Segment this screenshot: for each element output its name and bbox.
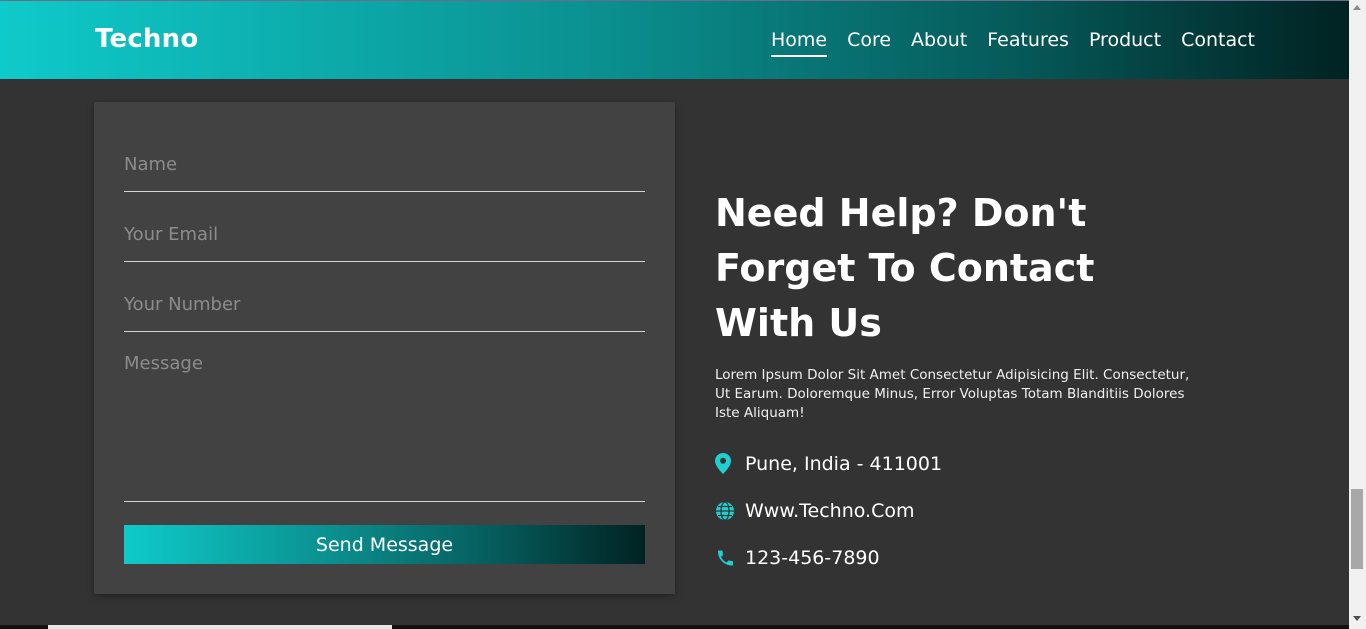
- nav-link-contact[interactable]: Contact: [1181, 29, 1255, 57]
- email-input[interactable]: [124, 224, 645, 245]
- scroll-up-arrow-icon[interactable]: [1353, 5, 1361, 10]
- contact-item-website: Www.Techno.Com: [715, 487, 1195, 534]
- nav-link-core[interactable]: Core: [847, 29, 891, 57]
- website-text[interactable]: Www.Techno.Com: [745, 500, 915, 522]
- contact-item-phone: 123-456-7890: [715, 534, 1195, 581]
- contact-list: Pune, India - 411001 Www.Techno.Com 123-…: [715, 440, 1195, 581]
- map-pin-icon: [715, 453, 745, 474]
- message-textarea[interactable]: [124, 353, 645, 493]
- vertical-scrollbar[interactable]: [1349, 0, 1366, 629]
- bottom-edge-strip: [0, 625, 1349, 629]
- email-field-wrapper: [124, 224, 645, 262]
- nav-link-product[interactable]: Product: [1089, 29, 1161, 57]
- phone-text[interactable]: 123-456-7890: [745, 547, 880, 569]
- number-field-wrapper: [124, 294, 645, 332]
- name-field-wrapper: [124, 154, 645, 192]
- contact-item-address: Pune, India - 411001: [715, 440, 1195, 487]
- nav-link-home[interactable]: Home: [770, 29, 828, 57]
- globe-icon: [715, 500, 745, 521]
- name-input[interactable]: [124, 154, 645, 175]
- scrollbar-thumb[interactable]: [1351, 489, 1363, 569]
- nav-link-features[interactable]: Features: [987, 29, 1069, 57]
- nav-link-about[interactable]: About: [911, 29, 967, 57]
- bottom-edge-highlight: [48, 625, 392, 629]
- number-input[interactable]: [124, 294, 645, 315]
- send-message-button[interactable]: Send Message: [124, 525, 645, 564]
- brand-logo[interactable]: Techno: [95, 24, 198, 54]
- nav-links: Home Core About Features Product Contact: [770, 29, 1255, 57]
- top-navbar: Techno Home Core About Features Product …: [0, 0, 1349, 79]
- contact-description: Lorem Ipsum Dolor Sit Amet Consectetur A…: [715, 367, 1190, 421]
- address-text: Pune, India - 411001: [745, 452, 943, 475]
- scroll-down-arrow-icon[interactable]: [1353, 616, 1361, 621]
- contact-heading: Need Help? Don't Forget To Contact With …: [715, 191, 1095, 345]
- contact-form-card: Send Message: [94, 102, 675, 594]
- message-field-wrapper: [124, 353, 645, 502]
- contact-info: Need Help? Don't Forget To Contact With …: [715, 186, 1195, 581]
- phone-icon: [715, 548, 745, 568]
